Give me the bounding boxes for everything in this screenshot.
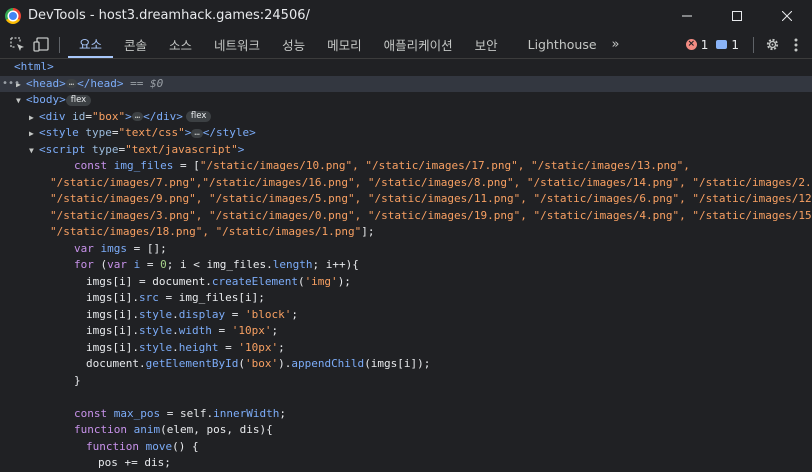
message-count: 1 <box>731 37 739 52</box>
head-tag: <head> <box>26 76 66 90</box>
code-line: imgs[i].src = img_files[i]; <box>86 291 265 304</box>
error-count: 1 <box>700 37 709 52</box>
collapsed-content-badge[interactable]: … <box>65 79 78 88</box>
device-toggle-icon <box>33 37 49 52</box>
window-controls <box>662 0 812 31</box>
toolbar-divider <box>753 36 754 53</box>
error-counter[interactable]: × 1 <box>685 37 709 52</box>
style-close-tag: </style> <box>202 126 256 139</box>
toolbar-right: × 1 1 <box>685 31 812 58</box>
tab-performance[interactable]: 성능 <box>271 31 316 58</box>
tab-lighthouse[interactable]: Lighthouse <box>517 31 608 58</box>
title-bar: DevTools - host3.dreamhack.games:24506/ <box>0 0 812 31</box>
attr-name: type <box>91 142 119 156</box>
tab-security[interactable]: 보안 <box>464 31 509 58</box>
close-button[interactable] <box>762 0 812 31</box>
tree-row-html[interactable]: <html> <box>0 59 812 76</box>
code-line: imgs[i] = document.createElement('img'); <box>86 274 351 288</box>
html-tag: <html> <box>14 60 54 73</box>
tree-row-head[interactable]: ••• ▶ <head>… </head> == $0 <box>0 75 812 93</box>
head-close-tag: </head> <box>77 76 124 90</box>
code-line: const max_pos = self.innerWidth; <box>74 406 286 420</box>
script-tag: <script <box>39 142 86 156</box>
code-line: var imgs = []; <box>74 241 167 255</box>
code-line: "/static/images/3.png", "/static/images/… <box>50 208 812 222</box>
tree-row-div[interactable]: ▶ <div id="box">… </div> flex <box>0 109 812 126</box>
more-options-button[interactable] <box>784 31 808 58</box>
error-icon: × <box>685 39 697 50</box>
minimize-button[interactable] <box>662 0 712 31</box>
chrome-logo-icon <box>5 7 21 24</box>
row-options-icon[interactable]: ••• <box>2 76 20 93</box>
gear-icon <box>766 38 778 51</box>
tab-memory[interactable]: 메모리 <box>316 31 373 58</box>
code-line: "/static/images/18.png", "/static/images… <box>50 225 375 238</box>
settings-button[interactable] <box>760 31 784 58</box>
code-line: for (var i = 0; i < img_files.length; i+… <box>74 258 359 271</box>
flex-badge[interactable]: flex <box>65 94 92 106</box>
div-tag: <div <box>39 109 66 123</box>
code-line: imgs[i].style.height = '10px'; <box>86 340 285 354</box>
collapsed-content-badge[interactable]: … <box>191 128 203 138</box>
tree-row-script[interactable]: ▼ <script type="text/javascript"> <box>0 142 812 159</box>
panel-tabs: 요소 콘솔 소스 네트워크 성능 메모리 애플리케이션 보안 Lighthous… <box>68 31 623 58</box>
code-line: function anim(elem, pos, dis){ <box>74 423 273 436</box>
code-line: const img_files = ["/static/images/10.pn… <box>74 159 690 172</box>
tab-application[interactable]: 애플리케이션 <box>373 31 464 58</box>
minimize-icon <box>682 15 692 16</box>
code-line: } <box>74 373 81 387</box>
window-title: DevTools - host3.dreamhack.games:24506/ <box>28 8 310 23</box>
collapsed-content-badge[interactable]: … <box>131 112 144 121</box>
tree-row-style[interactable]: ▶ <style type="text/css">… </style> <box>0 125 812 142</box>
toolbar-divider <box>59 36 60 53</box>
style-tag: <style <box>39 126 79 139</box>
code-line: document.getElementById('box').appendChi… <box>86 357 431 370</box>
tab-elements[interactable]: 요소 <box>68 31 114 58</box>
body-tag: <body> <box>26 93 66 106</box>
flex-badge[interactable]: flex <box>185 111 212 122</box>
devtools-toolbar: 요소 콘솔 소스 네트워크 성능 메모리 애플리케이션 보안 Lighthous… <box>0 31 812 59</box>
collapse-arrow-icon[interactable]: ▼ <box>16 93 26 110</box>
selected-node-marker: == $0 <box>130 76 164 90</box>
message-icon <box>716 40 728 49</box>
expand-arrow-icon[interactable]: ▶ <box>29 126 39 143</box>
code-line: pos += dis; <box>98 456 171 469</box>
code-line: "/static/images/7.png","/static/images/1… <box>50 175 812 189</box>
div-close-tag: </div> <box>143 109 183 123</box>
attr-name: type <box>85 126 112 139</box>
tab-sources[interactable]: 소스 <box>158 31 203 58</box>
code-line: imgs[i].style.display = 'block'; <box>86 307 298 321</box>
close-icon <box>782 10 792 21</box>
attr-name: id <box>72 109 86 123</box>
inspect-element-button[interactable] <box>5 31 29 58</box>
elements-tree: <html> ••• ▶ <head>… </head> == $0 ▼ <body> f… <box>0 59 812 472</box>
tab-network[interactable]: 네트워크 <box>203 31 271 58</box>
tab-console[interactable]: 콘솔 <box>113 31 158 58</box>
inspect-element-icon <box>9 37 24 51</box>
more-tabs-button[interactable]: » <box>608 31 624 58</box>
kebab-menu-icon <box>794 38 798 51</box>
attr-value: "box" <box>92 109 126 123</box>
maximize-icon <box>732 10 742 21</box>
collapse-arrow-icon[interactable]: ▼ <box>29 143 39 160</box>
attr-value: "text/javascript" <box>125 142 238 156</box>
code-line: function move() { <box>86 439 199 453</box>
expand-arrow-icon[interactable]: ▶ <box>29 110 39 127</box>
code-line: imgs[i].style.width = '10px'; <box>86 324 279 337</box>
tree-row-body[interactable]: ▼ <body> flex <box>0 92 812 109</box>
attr-value: "text/css" <box>118 126 185 139</box>
maximize-button[interactable] <box>712 0 762 31</box>
code-line: "/static/images/9.png", "/static/images/… <box>50 192 812 205</box>
device-toolbar-button[interactable] <box>29 31 53 58</box>
message-counter[interactable]: 1 <box>716 38 739 52</box>
